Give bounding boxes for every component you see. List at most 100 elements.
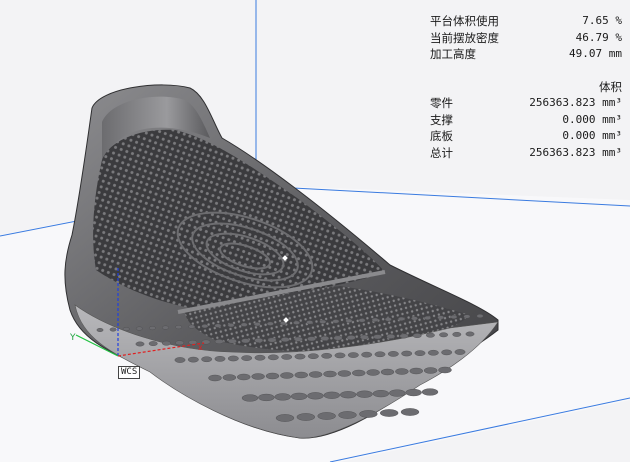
perforation-hole (321, 353, 333, 359)
perforation-hole (454, 349, 466, 355)
total-label: 总计 (430, 145, 453, 160)
perforation-hole (275, 414, 295, 422)
perforation-hole (280, 372, 294, 379)
perforation-hole (347, 352, 359, 358)
packing-density-label: 当前摆放密度 (430, 30, 499, 45)
perforation-hole (387, 351, 399, 357)
perforation-hole (356, 390, 373, 398)
part-volume-row: 零件 256363.823 mm³ (430, 95, 622, 112)
x-axis-tick: x (198, 343, 203, 352)
perforation-hole (281, 354, 293, 360)
perforation-hole (323, 370, 337, 378)
perforation-hole (265, 372, 280, 380)
packing-density-row: 当前摆放密度 46.79 % (430, 30, 622, 47)
part-volume-value: 256363.823 mm³ (529, 96, 622, 109)
perforation-hole (333, 335, 343, 341)
platform-usage-value: 7.65 % (582, 14, 622, 27)
perforation-hole (214, 356, 226, 362)
perforation-hole (373, 334, 382, 340)
perforation-hole (175, 340, 185, 346)
perforation-hole (359, 334, 369, 340)
perforation-hole (175, 325, 183, 330)
volume-header: 体积 (599, 79, 622, 94)
perforation-hole (251, 373, 265, 380)
perforation-hole (241, 355, 253, 361)
build-height-label: 加工高度 (430, 47, 476, 61)
perforation-hole (254, 354, 266, 361)
perforation-hole (222, 374, 237, 381)
perforation-hole (374, 351, 386, 358)
perforation-hole (337, 370, 352, 377)
perforation-hole (441, 349, 453, 356)
perforation-hole (339, 391, 357, 399)
perforation-hole (308, 371, 323, 378)
perforation-hole (438, 366, 452, 374)
perforation-hole (405, 388, 422, 397)
perforation-hole (358, 318, 366, 323)
platform-usage-label: 平台体积使用 (430, 14, 499, 28)
perforation-hole (188, 339, 198, 345)
perforation-hole (266, 321, 274, 326)
perforation-hole (306, 320, 314, 325)
perforation-hole (290, 392, 308, 400)
perforation-hole (414, 350, 426, 356)
perforation-hole (395, 368, 409, 375)
perforation-hole (424, 315, 431, 320)
perforation-hole (254, 337, 264, 343)
perforation-hole (149, 326, 156, 331)
total-volume-value: 256363.823 mm³ (529, 145, 622, 159)
perforation-hole (320, 335, 330, 341)
build-height-value: 49.07 mm (569, 47, 622, 60)
perforation-hole (323, 391, 341, 399)
perforation-hole (384, 317, 392, 322)
build-height-row: 加工高度 49.07 mm (430, 46, 622, 63)
perforation-hole (148, 341, 158, 346)
perforation-hole (293, 336, 303, 342)
perforation-hole (412, 333, 422, 338)
perforation-hole (450, 314, 458, 319)
perforation-hole (352, 369, 366, 377)
perforation-hole (201, 324, 209, 329)
perforation-hole (319, 319, 327, 324)
perforation-hole (346, 335, 356, 340)
baseplate-volume-value: 0.000 mm³ (562, 129, 622, 142)
perforation-hole (380, 368, 395, 376)
perforation-hole (241, 394, 259, 402)
perforation-hole (463, 314, 471, 319)
total-volume-row: 总计 256363.823 mm³ (430, 145, 622, 162)
baseplate-volume-row: 底板 0.000 mm³ (430, 128, 622, 145)
stats-panel: 平台体积使用 7.65 % 当前摆放密度 46.79 % 加工高度 49.07 … (430, 13, 622, 161)
perforation-hole (400, 408, 420, 416)
perforation-hole (237, 373, 251, 381)
perforation-hole (109, 327, 117, 332)
wcs-label: WCS (118, 366, 141, 379)
perforation-hole (227, 338, 237, 344)
perforation-hole (174, 357, 186, 363)
perforation-hole (338, 411, 357, 419)
platform-usage-row: 平台体积使用 7.65 % (430, 13, 622, 30)
support-volume-value: 0.000 mm³ (562, 112, 622, 126)
perforation-hole (227, 355, 239, 362)
baseplate-label: 底板 (430, 129, 453, 143)
3d-viewport[interactable]: Y x WCS 平台体积使用 7.65 % 当前摆放密度 46.79 % 加工高… (0, 0, 630, 462)
perforation-hole (332, 319, 340, 324)
perforation-hole (334, 352, 346, 359)
perforation-hole (241, 338, 251, 344)
perforation-hole (361, 351, 373, 358)
perforation-hole (188, 324, 196, 329)
perforation-hole (122, 327, 130, 332)
perforation-hole (214, 339, 224, 344)
perforation-hole (371, 317, 379, 322)
perforation-hole (294, 371, 308, 379)
perforation-hole (135, 326, 143, 331)
perforation-hole (427, 349, 439, 356)
perforation-hole (366, 369, 380, 376)
perforation-hole (379, 409, 399, 417)
perforation-hole (135, 341, 145, 347)
perforation-hole (411, 316, 418, 321)
perforation-hole (240, 322, 248, 327)
perforation-hole (386, 333, 396, 339)
perforation-hole (227, 323, 235, 328)
perforation-hole (359, 410, 378, 418)
part-label: 零件 (430, 96, 453, 110)
